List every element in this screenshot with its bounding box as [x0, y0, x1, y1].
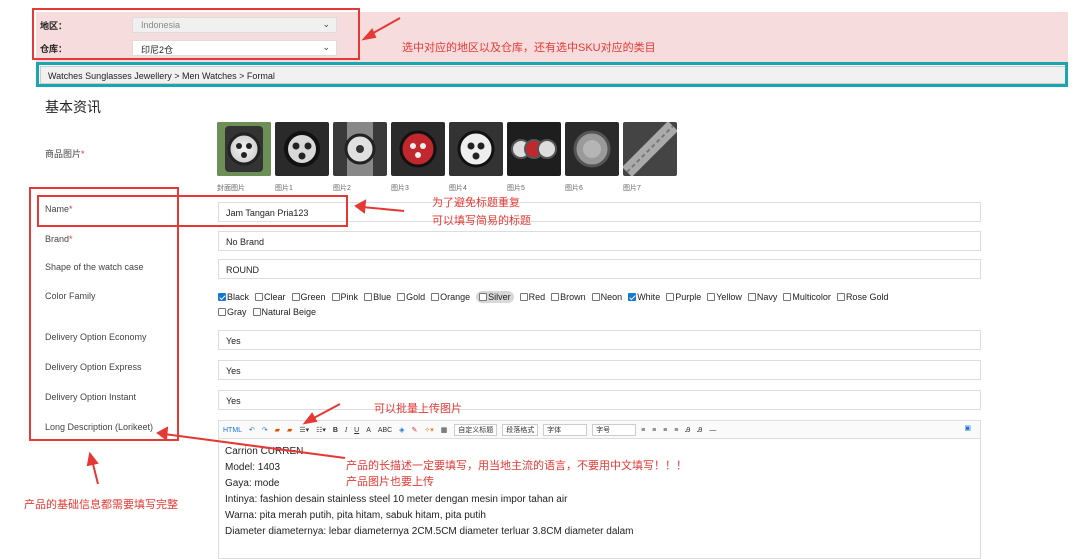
- annotation-arrows: [86, 17, 405, 485]
